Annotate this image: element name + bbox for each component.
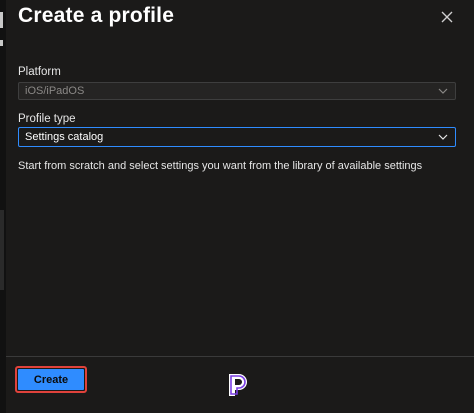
platform-select: iOS/iPadOS (18, 82, 456, 100)
platform-label: Platform (18, 66, 61, 78)
chevron-down-icon (438, 88, 448, 94)
close-button[interactable] (438, 8, 456, 26)
create-profile-dialog: Create a profile Platform iOS/iPadOS Pro… (6, 0, 474, 413)
profile-type-value: Settings catalog (25, 131, 104, 143)
edge-scrollbar (0, 210, 4, 290)
profile-type-select[interactable]: Settings catalog (18, 127, 456, 147)
create-button[interactable]: Create (18, 369, 84, 390)
dialog-title: Create a profile (18, 4, 175, 27)
brand-logo-icon (226, 372, 250, 398)
edge-mark (0, 40, 3, 46)
edge-mark (0, 12, 3, 28)
close-icon (441, 11, 453, 23)
platform-value: iOS/iPadOS (25, 85, 85, 97)
profile-type-label: Profile type (18, 113, 76, 125)
chevron-down-icon (438, 134, 448, 140)
footer-divider (6, 356, 474, 357)
profile-type-description: Start from scratch and select settings y… (18, 160, 423, 172)
